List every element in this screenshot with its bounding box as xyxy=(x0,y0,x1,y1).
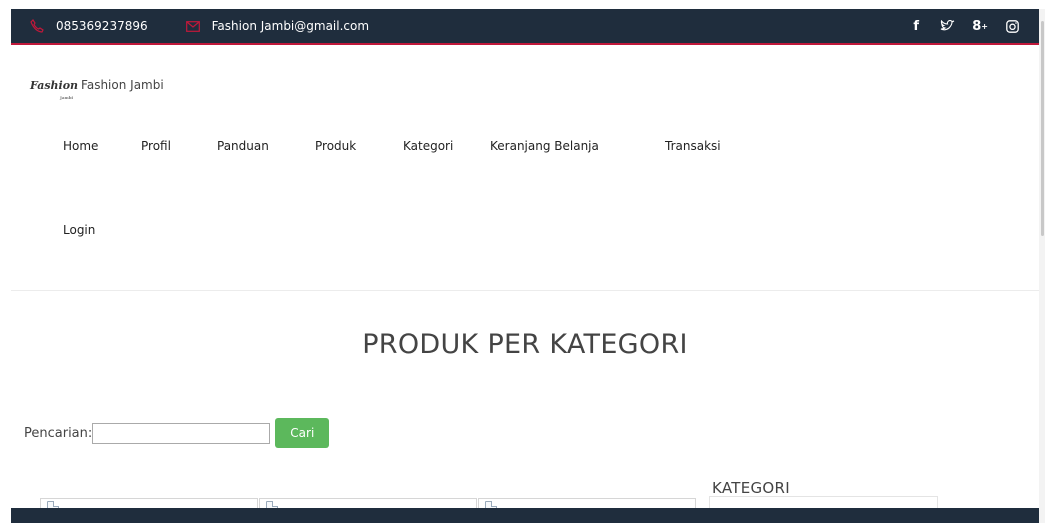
phone-contact[interactable]: 085369237896 xyxy=(30,19,148,33)
logo-tagline: Jambi xyxy=(60,94,74,100)
nav-kategori[interactable]: Kategori xyxy=(403,139,490,153)
logo-script-text: Fashion xyxy=(30,78,79,92)
scrollbar-track[interactable] xyxy=(1039,9,1045,523)
nav-panduan[interactable]: Panduan xyxy=(217,139,315,153)
search-label: Pencarian: xyxy=(24,425,93,441)
phone-icon xyxy=(30,19,44,33)
mail-icon xyxy=(185,20,200,32)
email-contact[interactable]: Fashion Jambi@gmail.com xyxy=(185,19,370,33)
phone-number: 085369237896 xyxy=(56,19,148,33)
nav-produk[interactable]: Produk xyxy=(315,139,403,153)
footer-bar xyxy=(11,508,1039,523)
site-logo[interactable]: Fashion Jambi Fashion Jambi xyxy=(30,78,164,100)
page: 085369237896 Fashion Jambi@gmail.com f 8… xyxy=(0,0,1045,523)
logo-name: Fashion Jambi xyxy=(81,78,164,92)
nav-login[interactable]: Login xyxy=(63,223,95,237)
twitter-icon[interactable] xyxy=(940,20,955,32)
nav-keranjang-belanja[interactable]: Keranjang Belanja xyxy=(490,139,665,153)
instagram-icon[interactable] xyxy=(1005,19,1019,33)
search-button[interactable]: Cari xyxy=(275,418,330,448)
main-nav: Home Profil Panduan Produk Kategori Kera… xyxy=(63,139,721,153)
search-form: Pencarian: Cari xyxy=(24,418,330,448)
google-plus-icon[interactable]: 8 + xyxy=(972,19,988,34)
page-title: PRODUK PER KATEGORI xyxy=(362,329,688,360)
login-nav: Login xyxy=(63,223,95,237)
sidebar-title: KATEGORI xyxy=(712,479,790,497)
nav-transaksi[interactable]: Transaksi xyxy=(665,139,721,153)
email-address: Fashion Jambi@gmail.com xyxy=(211,19,370,33)
site-header: Fashion Jambi Fashion Jambi Home Profil … xyxy=(11,45,1039,291)
nav-profil[interactable]: Profil xyxy=(141,139,217,153)
top-contact-bar: 085369237896 Fashion Jambi@gmail.com f 8… xyxy=(11,9,1039,45)
logo-script: Fashion Jambi xyxy=(30,78,79,100)
facebook-icon[interactable]: f xyxy=(909,19,923,34)
scrollbar-thumb[interactable] xyxy=(1041,21,1044,236)
social-links: f 8 + xyxy=(909,9,1019,43)
search-input[interactable] xyxy=(92,422,271,444)
nav-home[interactable]: Home xyxy=(63,139,141,153)
